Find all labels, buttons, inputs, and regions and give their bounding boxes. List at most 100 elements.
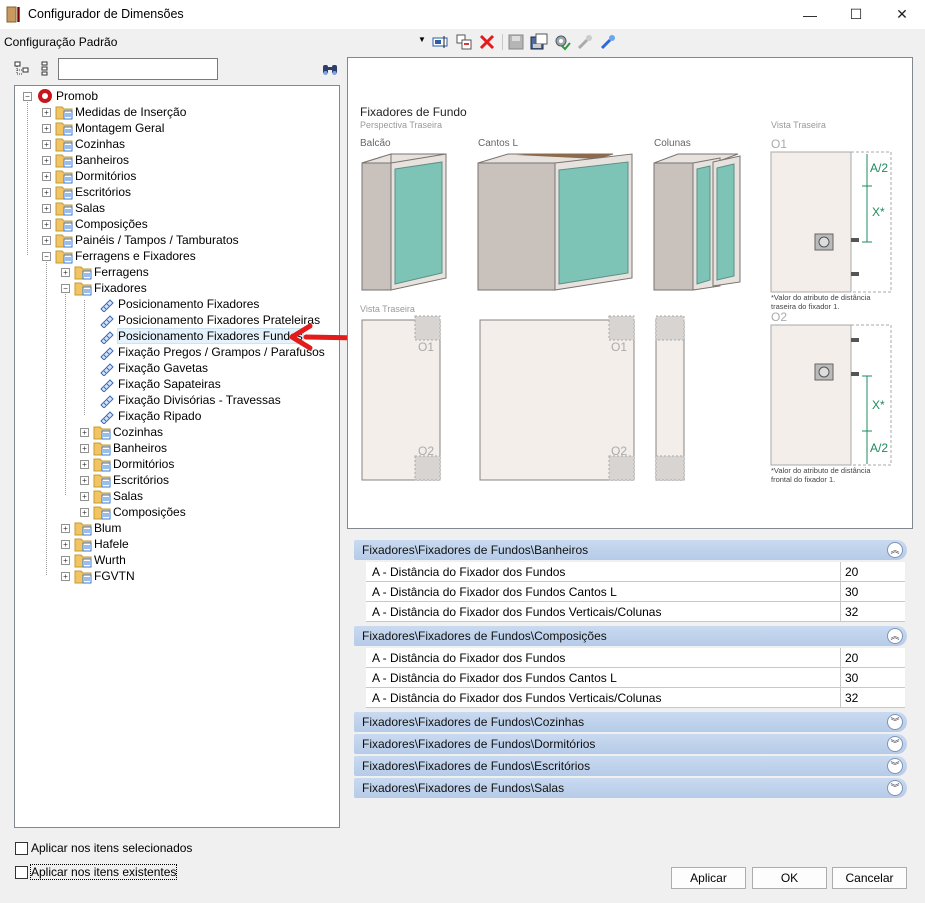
property-group-header[interactable]: Fixadores\Fixadores de Fundos\Cozinhas ︾ <box>354 712 907 732</box>
expand-icon[interactable]: + <box>61 524 70 533</box>
expand-icon[interactable]: + <box>42 204 51 213</box>
configuration-select[interactable]: Configuração Padrão <box>4 35 117 49</box>
expand-icon[interactable]: + <box>42 156 51 165</box>
property-value-input[interactable]: 32 <box>840 602 905 621</box>
tree-view[interactable]: − Promob + Medidas de Inserção + Montagem Ger… <box>14 85 340 828</box>
tree-node-label: Cozinhas <box>75 137 126 151</box>
apply-button[interactable]: Aplicar <box>671 867 746 889</box>
folder-icon <box>93 506 111 520</box>
folder-icon <box>74 554 92 568</box>
apply-selected-checkbox[interactable] <box>15 842 28 855</box>
toolbar-separator <box>502 34 503 50</box>
tree-node-label: Posicionamento Fixadores Fundos <box>117 328 304 344</box>
ok-button[interactable]: OK <box>752 867 827 889</box>
tree-node-label: FGVTN <box>94 569 135 583</box>
expand-icon[interactable]: + <box>61 556 70 565</box>
tree-node-label: Banheiros <box>113 441 168 455</box>
expand-icon[interactable]: + <box>80 476 89 485</box>
expand-icon[interactable]: + <box>61 540 70 549</box>
property-group-header[interactable]: Fixadores\Fixadores de Fundos\Salas ︾ <box>354 778 907 798</box>
property-group-header[interactable]: Fixadores\Fixadores de Fundos\Dormitório… <box>354 734 907 754</box>
dim-a2-top: A/2 <box>870 161 889 175</box>
property-name: A - Distância do Fixador dos Fundos Cant… <box>372 585 617 599</box>
expand-icon[interactable]: + <box>80 492 89 501</box>
maximize-button[interactable]: ☐ <box>833 0 879 29</box>
folder-icon <box>55 170 73 184</box>
folder-icon <box>93 426 111 440</box>
property-name: A - Distância do Fixador dos Fundos <box>372 651 566 665</box>
property-group-header[interactable]: Fixadores\Fixadores de Fundos\Banheiros ︽ <box>354 540 907 560</box>
cancel-button[interactable]: Cancelar <box>832 867 907 889</box>
property-value-input[interactable]: 20 <box>840 562 905 581</box>
property-row: A - Distância do Fixador dos Fundos 20 <box>366 648 905 668</box>
chevron-down-icon[interactable]: ︾ <box>887 758 903 774</box>
edit-field-icon[interactable] <box>431 33 449 51</box>
chevron-down-icon[interactable]: ︾ <box>887 714 903 730</box>
expand-icon[interactable]: + <box>42 188 51 197</box>
expand-icon[interactable]: + <box>61 572 70 581</box>
chevron-up-icon[interactable]: ︽ <box>887 628 903 644</box>
property-group-header[interactable]: Fixadores\Fixadores de Fundos\Escritório… <box>354 756 907 776</box>
property-value-input[interactable]: 30 <box>840 582 905 601</box>
expand-icon[interactable]: + <box>80 508 89 517</box>
save-icon[interactable] <box>507 33 525 51</box>
expand-icon[interactable]: + <box>42 124 51 133</box>
expand-icon[interactable]: + <box>61 268 70 277</box>
tree-node-label: Composições <box>113 505 186 519</box>
save-as-icon[interactable] <box>530 33 548 51</box>
tree-node-label: Dormitórios <box>75 169 137 183</box>
tree-node-label: Cozinhas <box>113 425 164 439</box>
binoculars-icon[interactable] <box>321 61 339 77</box>
chevron-up-icon[interactable]: ︽ <box>887 542 903 558</box>
expand-icon[interactable]: + <box>42 140 51 149</box>
note-fixador-1: *Valor do atributo de distância traseira … <box>771 293 871 311</box>
folder-icon <box>74 538 92 552</box>
delete-icon[interactable] <box>478 33 496 51</box>
o1-label-cantos: O1 <box>611 340 628 354</box>
collapse-icon[interactable]: − <box>61 284 70 293</box>
expand-icon[interactable]: + <box>42 108 51 117</box>
dim-x-top: X* <box>872 205 885 219</box>
expand-icon[interactable]: + <box>80 428 89 437</box>
tree-node-label: Fixação Divisórias - Travessas <box>118 393 281 407</box>
import-icon[interactable] <box>576 33 594 51</box>
tree-node-label: Posicionamento Fixadores <box>118 297 260 311</box>
collapse-icon[interactable]: − <box>42 252 51 261</box>
tree-collapse-icon[interactable] <box>37 61 53 77</box>
dimension-tag-icon <box>100 411 114 424</box>
chevron-down-icon[interactable]: ︾ <box>887 780 903 796</box>
folder-icon <box>55 250 73 264</box>
property-name: A - Distância do Fixador dos Fundos Vert… <box>372 691 662 705</box>
expand-icon[interactable]: + <box>42 172 51 181</box>
apply-selected-label: Aplicar nos itens selecionados <box>31 841 193 855</box>
property-row: A - Distância do Fixador dos Fundos Cant… <box>366 582 905 602</box>
folder-icon <box>74 266 92 280</box>
tree-node-label: Fixação Gavetas <box>118 361 209 375</box>
apply-existing-checkbox[interactable] <box>15 866 28 879</box>
property-value-input[interactable]: 32 <box>840 688 905 707</box>
tree-expand-icon[interactable] <box>14 61 30 77</box>
dimension-tag-icon <box>100 299 114 312</box>
tree-node-label: Blum <box>94 521 122 535</box>
close-button[interactable]: ✕ <box>879 0 925 29</box>
collapse-icon[interactable]: − <box>23 92 32 101</box>
tree-node-label: Ferragens e Fixadores <box>75 249 196 263</box>
expand-icon[interactable]: + <box>42 220 51 229</box>
settings-gear-icon[interactable] <box>553 33 571 51</box>
folder-icon <box>55 122 73 136</box>
chevron-down-icon[interactable]: ︾ <box>887 736 903 752</box>
chevron-down-icon[interactable]: ▼ <box>418 35 426 44</box>
property-group-header[interactable]: Fixadores\Fixadores de Fundos\Composiçõe… <box>354 626 907 646</box>
expand-icon[interactable]: + <box>80 444 89 453</box>
o2-label-cantos: O2 <box>611 444 628 458</box>
minimize-button[interactable]: — <box>787 0 833 29</box>
expand-icon[interactable]: + <box>80 460 89 469</box>
expand-icon[interactable]: + <box>42 236 51 245</box>
copy-icon[interactable] <box>455 33 473 51</box>
tree-node-label: Dormitórios <box>113 457 175 471</box>
export-icon[interactable] <box>599 33 617 51</box>
note-fixador-2: *Valor do atributo de distância frontal d… <box>771 466 871 484</box>
property-value-input[interactable]: 30 <box>840 668 905 687</box>
property-value-input[interactable]: 20 <box>840 648 905 667</box>
search-input[interactable] <box>58 58 218 80</box>
